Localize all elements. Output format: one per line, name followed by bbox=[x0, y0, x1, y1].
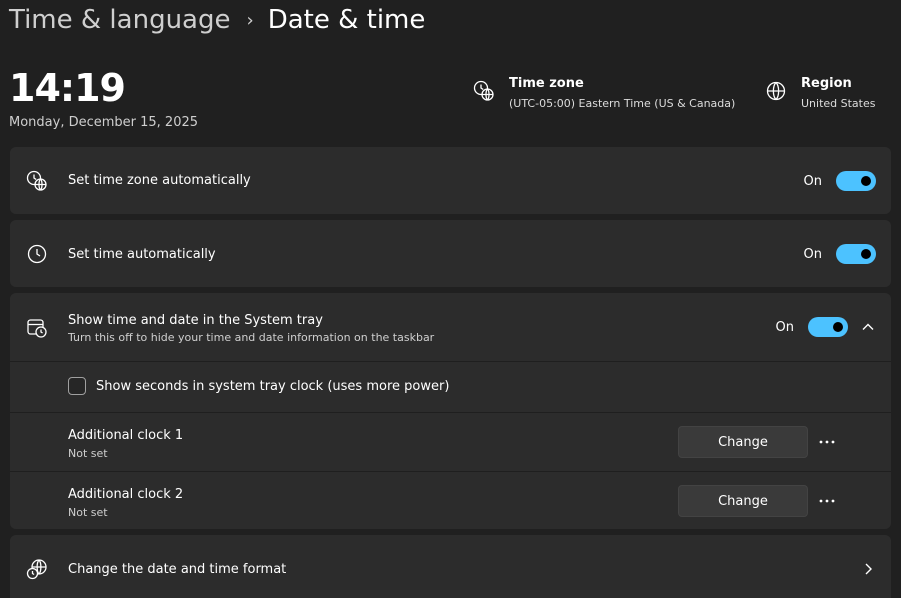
additional-clock-2-label: Additional clock 2 bbox=[68, 487, 184, 502]
globe-clock-icon bbox=[26, 170, 47, 191]
system-tray-description: Turn this off to hide your time and date… bbox=[68, 331, 435, 344]
system-tray-state: On bbox=[775, 319, 794, 335]
system-tray-header[interactable]: Show time and date in the System tray Tu… bbox=[10, 293, 891, 361]
globe-clock-icon bbox=[26, 559, 47, 580]
additional-clock-1-row: Additional clock 1 Not set Change bbox=[10, 413, 891, 471]
auto-timezone-toggle[interactable] bbox=[836, 171, 876, 191]
chevron-right-icon bbox=[865, 563, 872, 575]
auto-time-toggle[interactable] bbox=[836, 244, 876, 264]
system-tray-toggle-group: On bbox=[776, 317, 848, 337]
calendar-clock-icon bbox=[27, 319, 47, 338]
auto-timezone-toggle-group: On bbox=[804, 171, 876, 191]
additional-clock-2-row: Additional clock 2 Not set Change bbox=[10, 472, 891, 529]
auto-timezone-label: Set time zone automatically bbox=[68, 173, 251, 188]
chevron-up-icon[interactable] bbox=[860, 319, 876, 335]
region-info: Region United States bbox=[765, 76, 876, 110]
show-seconds-row: Show seconds in system tray clock (uses … bbox=[10, 362, 891, 412]
globe-clock-icon bbox=[473, 80, 494, 101]
clock-icon bbox=[27, 244, 47, 264]
breadcrumb-parent[interactable]: Time & language bbox=[9, 5, 230, 35]
auto-time-toggle-group: On bbox=[804, 244, 876, 264]
breadcrumb-separator: › bbox=[246, 9, 254, 31]
region-value: United States bbox=[801, 97, 876, 110]
more-icon[interactable] bbox=[815, 489, 839, 513]
additional-clock-1-change-button[interactable]: Change bbox=[678, 426, 808, 458]
region-title: Region bbox=[801, 76, 852, 91]
page-title: Date & time bbox=[267, 5, 426, 35]
auto-time-label: Set time automatically bbox=[68, 247, 216, 262]
time-zone-title: Time zone bbox=[509, 76, 584, 91]
show-seconds-checkbox[interactable] bbox=[68, 377, 86, 395]
breadcrumb: Time & language › Date & time bbox=[9, 0, 425, 40]
additional-clock-1-status: Not set bbox=[68, 447, 108, 460]
system-tray-label: Show time and date in the System tray bbox=[68, 313, 323, 328]
additional-clock-1-label: Additional clock 1 bbox=[68, 428, 184, 443]
time-zone-info: Time zone (UTC-05:00) Eastern Time (US &… bbox=[473, 76, 735, 110]
auto-time-card: Set time automatically On bbox=[10, 220, 891, 287]
date-format-label: Change the date and time format bbox=[68, 562, 287, 577]
system-tray-toggle[interactable] bbox=[808, 317, 848, 337]
additional-clock-2-status: Not set bbox=[68, 506, 108, 519]
auto-timezone-card: Set time zone automatically On bbox=[10, 147, 891, 214]
date-format-card[interactable]: Change the date and time format bbox=[10, 535, 891, 598]
auto-timezone-state: On bbox=[803, 173, 822, 189]
current-time: 14:19 bbox=[9, 66, 126, 110]
globe-icon bbox=[766, 81, 786, 101]
system-tray-card: Show time and date in the System tray Tu… bbox=[10, 293, 891, 529]
time-zone-value: (UTC-05:00) Eastern Time (US & Canada) bbox=[509, 97, 736, 110]
auto-time-state: On bbox=[803, 246, 822, 262]
current-date: Monday, December 15, 2025 bbox=[9, 115, 199, 130]
more-icon[interactable] bbox=[815, 430, 839, 454]
show-seconds-label[interactable]: Show seconds in system tray clock (uses … bbox=[96, 379, 449, 394]
additional-clock-2-change-button[interactable]: Change bbox=[678, 485, 808, 517]
